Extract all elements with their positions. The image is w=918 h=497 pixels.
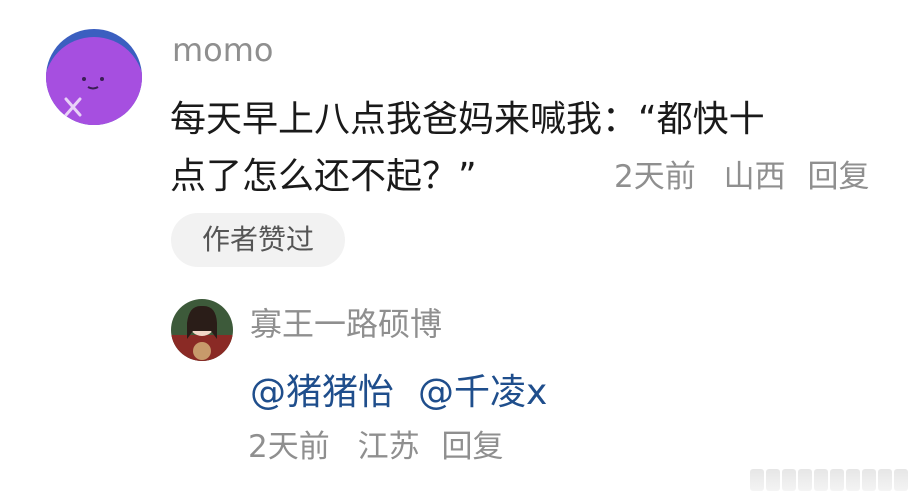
mention-link[interactable]: @猪猪怡 (250, 372, 394, 413)
reply-meta: 2天前 江苏 回复 (248, 425, 503, 469)
author-liked-badge: 作者赞过 (171, 213, 345, 267)
reply-avatar-image (171, 299, 233, 361)
reply-button[interactable]: 回复 (441, 429, 503, 465)
avatar[interactable] (46, 29, 142, 125)
reply-button[interactable]: 回复 (807, 155, 869, 199)
comment-meta: 2天前 山西 回复 (614, 155, 869, 199)
mention-link[interactable]: @千凌x (418, 372, 547, 413)
reply-location: 江苏 (357, 429, 420, 465)
reply-time: 2天前 (248, 429, 330, 465)
avatar-image (46, 29, 142, 125)
reply-avatar[interactable] (171, 299, 233, 361)
comment-text-line: 点了怎么还不起？” (170, 156, 477, 197)
comment-time: 2天前 (614, 159, 696, 195)
watermark (750, 469, 908, 491)
reply-username[interactable]: 寡王一路硕博 (250, 302, 442, 346)
reply-text: @猪猪怡 @千凌x (250, 369, 547, 417)
comment-location: 山西 (723, 159, 786, 195)
comment-text-line: 每天早上八点我爸妈来喊我：“都快十 (170, 99, 765, 140)
username[interactable]: momo (172, 28, 274, 72)
